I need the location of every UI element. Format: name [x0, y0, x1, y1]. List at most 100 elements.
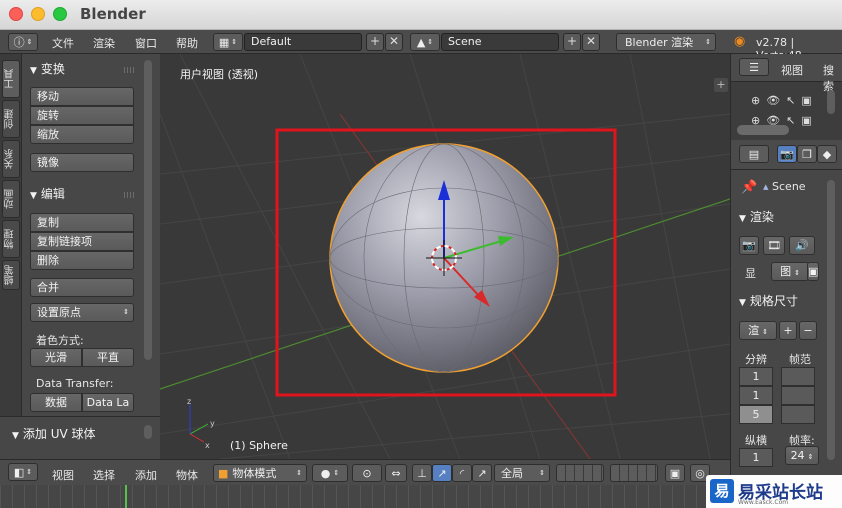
properties-scrollbar[interactable] — [827, 180, 835, 460]
minimize-window-button[interactable] — [31, 7, 45, 21]
close-window-button[interactable] — [9, 7, 23, 21]
watermark-logo: 易 — [710, 479, 734, 503]
set-origin-dropdown[interactable]: 设置原点 ⇕ — [30, 303, 134, 322]
outliner-view-menu[interactable]: 视图 — [781, 62, 803, 78]
frame-end-field[interactable] — [781, 386, 815, 405]
resolution-x-field[interactable]: 1 — [739, 367, 773, 386]
scene-browse-button[interactable]: ▲ ⇕ — [410, 33, 440, 51]
data-layout-button[interactable]: Data La — [82, 393, 134, 412]
delete-button[interactable]: 删除 — [30, 251, 134, 270]
editor-type-3d-button[interactable]: ◧ ⇕ — [8, 463, 38, 481]
transform-orientation-select[interactable]: 全局 ⇕ — [494, 464, 550, 482]
frame-range-label: 帧范 — [789, 353, 811, 366]
layout-browse-button[interactable]: ▦ ⇕ — [213, 33, 243, 51]
window-title: Blender — [80, 5, 146, 23]
layout-name-field[interactable]: Default — [244, 33, 362, 51]
render-image-icon[interactable]: 📷 — [739, 236, 759, 255]
render-animation-icon[interactable]: 🎞 — [763, 236, 785, 255]
shade-smooth-button[interactable]: 光滑 — [30, 348, 82, 367]
duplicate-linked-button[interactable]: 复制链接项 — [30, 232, 134, 251]
menu-help[interactable]: 帮助 — [176, 35, 198, 51]
duplicate-button[interactable]: 复制 — [30, 213, 134, 232]
render-audio-icon[interactable]: 🔊 — [789, 236, 815, 255]
current-frame-indicator[interactable] — [125, 485, 127, 508]
render-preset-select[interactable]: 渲 ⇕ — [739, 321, 777, 340]
add-scene-icon[interactable]: + — [563, 33, 581, 51]
dimensions-panel-header[interactable]: ▼ 规格尺寸 — [739, 292, 798, 309]
render-panel-header[interactable]: ▼ 渲染 — [739, 208, 774, 225]
aspect-x-field[interactable]: 1 — [739, 448, 773, 467]
tab-animation[interactable]: 动画 — [2, 180, 20, 218]
panel-grip-icon[interactable] — [124, 67, 136, 73]
menu-view[interactable]: 视图 — [52, 467, 74, 483]
menu-file[interactable]: 文件 — [52, 35, 74, 51]
render-engine-select[interactable]: Blender 渲染 ⇕ — [616, 33, 716, 51]
rotate-manipulator-toggle[interactable]: ↗ — [432, 464, 452, 482]
scale-button[interactable]: 缩放 — [30, 125, 134, 144]
join-button[interactable]: 合并 — [30, 278, 134, 297]
translate-axes-icon: ⊥ — [417, 466, 427, 480]
pivot-point-select[interactable]: ⊙ — [352, 464, 382, 482]
outliner-hscrollbar[interactable] — [737, 125, 789, 135]
transform-panel-header[interactable]: ▼ 变换 — [30, 60, 65, 77]
resolution-percent-field[interactable]: 5 — [739, 405, 773, 424]
outliner-scrollbar[interactable] — [827, 90, 835, 114]
view-label: 用户视图 (透视) — [180, 68, 259, 81]
add-preset-icon[interactable]: + — [779, 321, 797, 340]
lock-interface-icon[interactable]: ▣ — [807, 262, 819, 281]
frame-step-field[interactable] — [781, 405, 815, 424]
rotate-button[interactable]: 旋转 — [30, 106, 134, 125]
outliner-row-1-icons[interactable]: ⊕👁↖▣ — [751, 94, 818, 107]
arc-manipulator-toggle[interactable]: ◜ — [452, 464, 472, 482]
outliner-header: ☰ 视图 搜索 — [731, 54, 842, 93]
operator-scrollbar[interactable] — [144, 425, 152, 439]
fps-select[interactable]: 24 ⇕ — [785, 446, 819, 465]
tab-relations[interactable]: 关系 — [2, 140, 20, 178]
remove-preset-icon[interactable]: − — [799, 321, 817, 340]
shade-flat-button[interactable]: 平直 — [82, 348, 134, 367]
tool-shelf-scrollbar[interactable] — [144, 60, 152, 360]
solid-shading-icon: ● — [320, 466, 331, 480]
mode-select[interactable]: ■ 物体模式 ⇕ — [213, 464, 307, 482]
tab-physics[interactable]: 物理 — [2, 220, 20, 258]
pin-icon[interactable]: 📌 — [741, 180, 757, 195]
menu-object[interactable]: 物体 — [176, 467, 198, 483]
3d-viewport[interactable]: y z x 用户视图 (透视) (1) Sphere + — [160, 54, 730, 459]
editor-type-outliner-button[interactable]: ☰ — [739, 58, 769, 76]
tab-grease-pencil[interactable]: 蜡笔 — [2, 260, 20, 290]
properties-region-toggle-icon[interactable]: + — [714, 78, 728, 92]
lock-layers-icon[interactable]: ▣ — [665, 464, 685, 482]
data-transfer-button[interactable]: 数据 — [30, 393, 82, 412]
layers-row-2[interactable] — [610, 464, 658, 482]
resolution-y-field[interactable]: 1 — [739, 386, 773, 405]
maximize-window-button[interactable] — [53, 7, 67, 21]
outliner-search-menu[interactable]: 搜索 — [823, 62, 842, 94]
menu-render[interactable]: 渲染 — [93, 35, 115, 51]
manipulator-toggle[interactable]: ⇔ — [385, 464, 407, 482]
scene-tab-icon[interactable]: ◆ — [817, 145, 837, 163]
menu-select[interactable]: 选择 — [93, 467, 115, 483]
scene-name-field[interactable]: Scene — [441, 33, 559, 51]
render-layers-tab-icon[interactable]: ❐ — [797, 145, 817, 163]
translate-manipulator-toggle[interactable]: ⊥ — [412, 464, 432, 482]
remove-layout-icon[interactable]: ✕ — [385, 33, 403, 51]
frame-start-field[interactable] — [781, 367, 815, 386]
translate-button[interactable]: 移动 — [30, 87, 134, 106]
tab-create[interactable]: 创建 — [2, 100, 20, 138]
layers-row-1[interactable] — [556, 464, 604, 482]
viewport-shading-select[interactable]: ● ⇕ — [312, 464, 348, 482]
menu-window[interactable]: 窗口 — [135, 35, 157, 51]
mirror-button[interactable]: 镜像 — [30, 153, 134, 172]
editor-type-properties-button[interactable]: ▤ — [739, 145, 769, 163]
operator-panel-header[interactable]: ▼ 添加 UV 球体 — [12, 425, 96, 442]
display-select[interactable]: 图 ⇕ — [771, 262, 809, 281]
panel-grip-icon[interactable] — [124, 192, 136, 198]
remove-scene-icon[interactable]: ✕ — [582, 33, 600, 51]
tab-tools[interactable]: 工具 — [2, 60, 20, 98]
menu-add[interactable]: 添加 — [135, 467, 157, 483]
render-tab-icon[interactable]: 📷 — [777, 145, 797, 163]
scale-manipulator-toggle[interactable]: ↗ — [472, 464, 492, 482]
editor-type-info-button[interactable]: ⓘ ⇕ — [8, 33, 38, 51]
add-layout-icon[interactable]: + — [366, 33, 384, 51]
edit-panel-header[interactable]: ▼ 编辑 — [30, 185, 65, 202]
